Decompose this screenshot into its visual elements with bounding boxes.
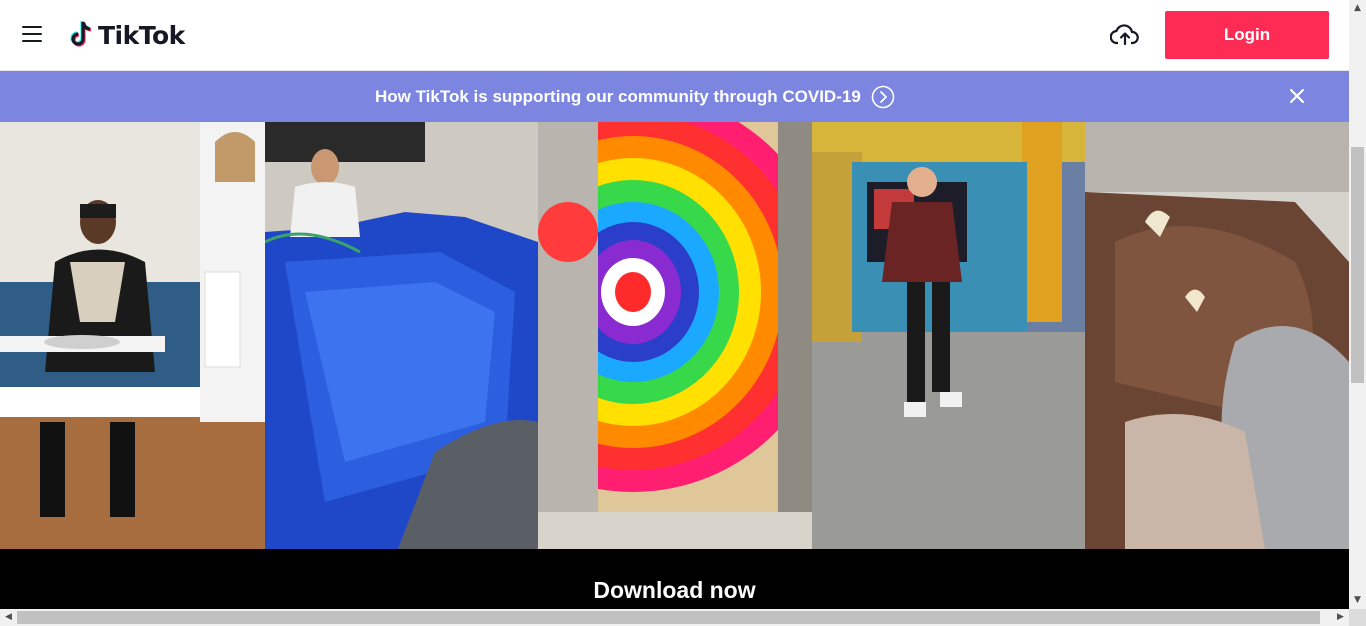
scroll-down-icon[interactable]: ▼ bbox=[1349, 592, 1366, 609]
video-strip bbox=[0, 122, 1349, 549]
scroll-up-icon[interactable]: ▲ bbox=[1349, 0, 1366, 17]
vertical-scroll-thumb[interactable] bbox=[1351, 147, 1364, 383]
vertical-scrollbar[interactable]: ▲ ▼ bbox=[1349, 0, 1366, 609]
tiktok-logo[interactable]: TikTok bbox=[70, 17, 185, 53]
scroll-left-icon[interactable]: ◀ bbox=[0, 609, 17, 626]
video-thumbnail-pool bbox=[265, 122, 538, 549]
video-thumbnail-paint-pour bbox=[538, 122, 812, 549]
video-thumbnail-bison bbox=[1085, 122, 1349, 549]
page-viewport: TikTok Login How TikTok is supporting ou… bbox=[0, 0, 1349, 609]
scrollbar-corner bbox=[1349, 609, 1366, 626]
video-thumbnail-man-dancing bbox=[812, 122, 1085, 549]
hamburger-menu-icon[interactable] bbox=[22, 26, 42, 44]
logo-wordmark: TikTok bbox=[98, 20, 185, 50]
download-title: Download now bbox=[593, 577, 756, 603]
video-tile[interactable] bbox=[812, 122, 1085, 549]
download-section: Download now bbox=[0, 549, 1349, 609]
top-header: TikTok Login bbox=[0, 0, 1349, 71]
horizontal-scroll-thumb[interactable] bbox=[17, 611, 1320, 624]
scroll-right-icon[interactable]: ▶ bbox=[1332, 609, 1349, 626]
video-tile[interactable] bbox=[265, 122, 538, 549]
login-button[interactable]: Login bbox=[1165, 11, 1329, 59]
close-banner-icon[interactable] bbox=[1288, 87, 1306, 105]
video-tile[interactable] bbox=[1085, 122, 1349, 549]
covid-banner-link[interactable]: How TikTok is supporting our community t… bbox=[375, 85, 895, 109]
horizontal-scrollbar[interactable]: ◀ ▶ bbox=[0, 609, 1349, 626]
covid-banner: How TikTok is supporting our community t… bbox=[0, 71, 1349, 122]
tiktok-note-icon bbox=[70, 20, 92, 47]
chevron-right-circle-icon bbox=[871, 85, 895, 109]
upload-cloud-icon[interactable] bbox=[1109, 22, 1140, 48]
video-tile[interactable] bbox=[538, 122, 812, 549]
video-tile[interactable] bbox=[0, 122, 265, 549]
covid-banner-text: How TikTok is supporting our community t… bbox=[375, 87, 861, 106]
video-thumbnail-man-eating bbox=[0, 122, 265, 549]
